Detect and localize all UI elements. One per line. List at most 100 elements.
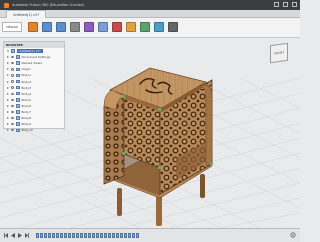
go-to-end-icon[interactable]: [25, 233, 29, 238]
construct-icon[interactable]: [126, 22, 136, 32]
timeline-feature-icon[interactable]: [56, 233, 59, 238]
timeline-feature-icon[interactable]: [132, 233, 135, 238]
timeline-feature-icon[interactable]: [60, 233, 63, 238]
select-icon[interactable]: [168, 22, 178, 32]
body-icon: [16, 122, 20, 126]
close-icon[interactable]: [292, 2, 297, 7]
insert-icon[interactable]: [154, 22, 164, 32]
timeline-feature-icon[interactable]: [52, 233, 55, 238]
go-to-start-icon[interactable]: [4, 233, 8, 238]
timeline-feature-icon[interactable]: [136, 233, 139, 238]
minimize-icon[interactable]: [274, 2, 279, 7]
expand-arrow-icon[interactable]: [7, 98, 9, 101]
leg-front-left: [117, 188, 122, 216]
timeline-feature-icon[interactable]: [124, 233, 127, 238]
modify-icon[interactable]: [84, 22, 94, 32]
timeline-feature-icon[interactable]: [40, 233, 43, 238]
timeline-feature-icon[interactable]: [116, 233, 119, 238]
visibility-eye-icon[interactable]: [11, 74, 14, 77]
timeline-feature-icon[interactable]: [36, 233, 39, 238]
fusion-app-icon: [4, 2, 9, 8]
body-icon: [16, 73, 20, 78]
visibility-eye-icon[interactable]: [11, 68, 14, 71]
timeline-feature-icon[interactable]: [120, 233, 123, 238]
visibility-eye-icon[interactable]: [11, 122, 14, 126]
window-controls: [274, 2, 297, 7]
visibility-eye-icon[interactable]: [11, 92, 14, 95]
expand-arrow-icon[interactable]: [7, 86, 9, 89]
browser-item-label: Body6: [21, 103, 31, 108]
joint-icon[interactable]: [112, 22, 122, 32]
body-icon: [16, 67, 20, 72]
fillet-icon[interactable]: [98, 22, 108, 32]
toolbar: DESIGN: [0, 18, 300, 38]
timeline-feature-icon[interactable]: [128, 233, 131, 238]
timeline-feature-icon[interactable]: [96, 233, 99, 238]
timeline-feature-icon[interactable]: [48, 233, 51, 238]
timeline-feature-icon[interactable]: [104, 233, 107, 238]
body-icon: [16, 116, 20, 120]
expand-arrow-icon[interactable]: [7, 129, 9, 132]
body-icon: [16, 85, 20, 90]
browser-item-label: Body2: [21, 79, 31, 84]
leg-front-right: [156, 196, 162, 226]
body-icon: [16, 79, 20, 84]
visibility-eye-icon[interactable]: [11, 116, 14, 120]
expand-arrow-icon[interactable]: [7, 68, 9, 71]
expand-arrow-icon[interactable]: [7, 62, 9, 65]
visibility-eye-icon[interactable]: [11, 129, 14, 132]
visibility-eye-icon[interactable]: [11, 110, 14, 114]
timeline-feature-icon[interactable]: [80, 233, 83, 238]
timeline-feature-icon[interactable]: [64, 233, 67, 238]
workspace-label: DESIGN: [6, 25, 18, 29]
timeline-feature-icon[interactable]: [88, 233, 91, 238]
timeline-feature-icon[interactable]: [76, 233, 79, 238]
inspect-icon[interactable]: [140, 22, 150, 32]
expand-arrow-icon[interactable]: [7, 123, 9, 126]
expand-arrow-icon[interactable]: [7, 92, 9, 95]
visibility-eye-icon[interactable]: [11, 86, 14, 89]
browser-item-label: Body9: [21, 122, 31, 127]
window-title: Autodesk Fusion 360 (Education License): [12, 3, 85, 7]
document-tab[interactable]: Untitled(1) v1*: [6, 10, 46, 18]
extrude-icon[interactable]: [42, 22, 52, 32]
visibility-eye-icon[interactable]: [11, 80, 14, 83]
expand-arrow-icon[interactable]: [7, 110, 9, 113]
browser-item[interactable]: Body10: [4, 127, 64, 133]
create-sketch-icon[interactable]: [28, 22, 38, 32]
browser-title: BROWSER: [6, 43, 23, 47]
visibility-eye-icon[interactable]: [11, 98, 14, 101]
viewcube-face-label: FRONT: [273, 50, 285, 56]
maximize-icon[interactable]: [283, 2, 288, 7]
browser-item-label: Named Views: [21, 61, 42, 66]
timeline-feature-icon[interactable]: [92, 233, 95, 238]
revolve-icon[interactable]: [56, 22, 66, 32]
visibility-eye-icon[interactable]: [11, 55, 14, 59]
play-icon[interactable]: [18, 233, 22, 238]
timeline-settings-icon[interactable]: [290, 232, 296, 238]
timeline-feature-icon[interactable]: [68, 233, 71, 238]
step-back-icon[interactable]: [11, 233, 15, 238]
workspace-selector[interactable]: DESIGN: [2, 22, 22, 32]
timeline-feature-icon[interactable]: [100, 233, 103, 238]
timeline-feature-icon[interactable]: [112, 233, 115, 238]
visibility-eye-icon[interactable]: [11, 62, 14, 65]
timeline-feature-icon[interactable]: [108, 233, 111, 238]
expand-arrow-icon[interactable]: [7, 50, 9, 53]
body-icon: [16, 128, 20, 133]
expand-arrow-icon[interactable]: [7, 56, 9, 59]
expand-arrow-icon[interactable]: [7, 80, 9, 83]
timeline-feature-icon[interactable]: [72, 233, 75, 238]
viewcube[interactable]: FRONT: [270, 42, 288, 64]
browser-tree: Document Settings Named Views Origin Body1 B…: [4, 54, 64, 133]
cabinet-model[interactable]: [103, 67, 213, 226]
expand-arrow-icon[interactable]: [7, 117, 9, 120]
expand-arrow-icon[interactable]: [7, 74, 9, 77]
timeline-feature-icon[interactable]: [44, 233, 47, 238]
timeline-feature-icon[interactable]: [84, 233, 87, 238]
browser-item-label: Body8: [21, 116, 31, 121]
expand-arrow-icon[interactable]: [7, 104, 9, 107]
browser-item-label: Body4: [21, 91, 31, 96]
line-icon[interactable]: [70, 22, 80, 32]
visibility-eye-icon[interactable]: [11, 104, 14, 108]
